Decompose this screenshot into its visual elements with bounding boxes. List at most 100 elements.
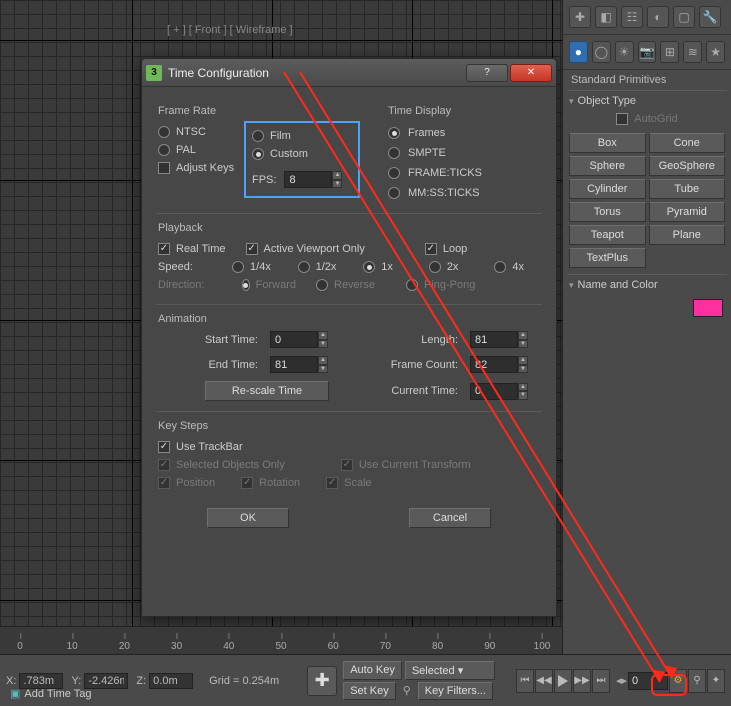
- key-steps-label: Key Steps: [158, 420, 540, 432]
- ok-button[interactable]: OK: [207, 508, 289, 528]
- prim-sphere[interactable]: Sphere: [569, 156, 646, 176]
- name-and-color-rollout[interactable]: Name and Color: [567, 275, 727, 295]
- autogrid-checkbox[interactable]: AutoGrid: [567, 111, 727, 129]
- prim-cone[interactable]: Cone: [649, 133, 726, 153]
- length-spinner[interactable]: ▲▼: [470, 331, 556, 348]
- current-time-label: Current Time:: [368, 385, 458, 397]
- rescale-time-button[interactable]: Re-scale Time: [205, 381, 329, 401]
- realtime-checkbox[interactable]: Real Time: [158, 243, 226, 255]
- use-trackbar-checkbox[interactable]: Use TrackBar: [158, 441, 243, 453]
- titlebar[interactable]: 3 Time Configuration ? ✕: [142, 59, 556, 87]
- status-bar: X: Y: Z: Grid = 0.254m ▣ Add Time Tag ✚ …: [0, 654, 731, 706]
- color-swatch[interactable]: [693, 299, 723, 317]
- prev-frame-button[interactable]: ◀◀: [535, 669, 553, 693]
- frame-ticks-radio[interactable]: FRAME:TICKS: [388, 163, 540, 183]
- isolate-icon[interactable]: ⚲: [688, 669, 706, 693]
- fps-up[interactable]: ▲: [332, 171, 342, 180]
- auto-key-button[interactable]: Auto Key: [343, 661, 402, 680]
- film-radio[interactable]: Film: [252, 127, 352, 145]
- close-button[interactable]: ✕: [510, 64, 552, 82]
- fps-input[interactable]: [284, 171, 332, 188]
- viewport-label[interactable]: [ + ] [ Front ] [ Wireframe ]: [167, 24, 293, 36]
- current-time-spinner[interactable]: ▲▼: [470, 383, 556, 400]
- create-tab-icon[interactable]: ✚: [569, 6, 591, 28]
- selection-set-dropdown[interactable]: Selected ▾: [405, 661, 495, 680]
- prim-textplus[interactable]: TextPlus: [569, 248, 646, 268]
- length-input[interactable]: [470, 331, 518, 348]
- key-filters-button[interactable]: Key Filters...: [418, 682, 493, 700]
- cube-icon[interactable]: ▣: [10, 687, 20, 700]
- pal-radio[interactable]: PAL: [158, 141, 244, 159]
- active-viewport-checkbox[interactable]: Active Viewport Only: [246, 243, 365, 255]
- frame-count-spinner[interactable]: ▲▼: [470, 356, 556, 373]
- tick-90: 90: [484, 641, 495, 652]
- frame-count-label: Frame Count:: [368, 359, 458, 371]
- utilities-tab-icon[interactable]: 🔧: [699, 6, 721, 28]
- speed-1x[interactable]: 1x: [363, 261, 409, 273]
- prim-plane[interactable]: Plane: [649, 225, 726, 245]
- speed-12x[interactable]: 1/2x: [298, 261, 344, 273]
- prim-cylinder[interactable]: Cylinder: [569, 179, 646, 199]
- prim-box[interactable]: Box: [569, 133, 646, 153]
- goto-end-button[interactable]: ⏭: [592, 669, 610, 693]
- fps-spinner[interactable]: ▲▼: [284, 171, 342, 188]
- current-frame-input[interactable]: [628, 672, 668, 690]
- tick-70: 70: [380, 641, 391, 652]
- z-input[interactable]: [149, 673, 193, 689]
- cancel-button[interactable]: Cancel: [409, 508, 491, 528]
- ntsc-radio[interactable]: NTSC: [158, 123, 244, 141]
- prim-geosphere[interactable]: GeoSphere: [649, 156, 726, 176]
- hierarchy-tab-icon[interactable]: ☷: [621, 6, 643, 28]
- start-time-input[interactable]: [270, 331, 318, 348]
- primitives-dropdown[interactable]: Standard Primitives: [563, 70, 731, 90]
- frames-radio[interactable]: Frames: [388, 123, 540, 143]
- prim-tube[interactable]: Tube: [649, 179, 726, 199]
- end-time-input[interactable]: [270, 356, 318, 373]
- geometry-category-icon[interactable]: ●: [569, 41, 588, 63]
- display-tab-icon[interactable]: ▢: [673, 6, 695, 28]
- adjust-keys-checkbox[interactable]: Adjust Keys: [158, 159, 244, 177]
- smpte-radio[interactable]: SMPTE: [388, 143, 540, 163]
- spacewarps-category-icon[interactable]: ≋: [683, 41, 702, 63]
- end-time-spinner[interactable]: ▲▼: [270, 356, 356, 373]
- length-label: Length:: [368, 334, 458, 346]
- tick-20: 20: [119, 641, 130, 652]
- scale-checkbox: Scale: [326, 477, 372, 489]
- modify-tab-icon[interactable]: ◧: [595, 6, 617, 28]
- speed-2x[interactable]: 2x: [429, 261, 475, 273]
- set-key-big-button[interactable]: ✚: [307, 666, 337, 696]
- current-time-input[interactable]: [470, 383, 518, 400]
- time-config-dialog: 3 Time Configuration ? ✕ Frame Rate NTSC…: [141, 58, 557, 617]
- helpers-category-icon[interactable]: ⊞: [660, 41, 679, 63]
- cameras-category-icon[interactable]: 📷: [638, 41, 657, 63]
- add-time-tag[interactable]: Add Time Tag: [24, 688, 91, 700]
- frame-step-icon[interactable]: ◂▸: [616, 674, 627, 687]
- loop-checkbox[interactable]: Loop: [425, 243, 467, 255]
- systems-category-icon[interactable]: ★: [706, 41, 725, 63]
- object-type-rollout[interactable]: Object Type: [567, 91, 727, 111]
- goto-start-button[interactable]: ⏮: [516, 669, 534, 693]
- walk-icon[interactable]: ✦: [707, 669, 725, 693]
- start-time-spinner[interactable]: ▲▼: [270, 331, 356, 348]
- next-frame-button[interactable]: ▶▶: [573, 669, 591, 693]
- frame-count-input[interactable]: [470, 356, 518, 373]
- prim-teapot[interactable]: Teapot: [569, 225, 646, 245]
- set-key-button[interactable]: Set Key: [343, 682, 396, 700]
- key-mode-icon[interactable]: ⚲: [399, 682, 415, 700]
- tick-60: 60: [328, 641, 339, 652]
- time-config-button[interactable]: ⚙: [669, 669, 687, 693]
- shapes-category-icon[interactable]: ◯: [592, 41, 611, 63]
- prim-torus[interactable]: Torus: [569, 202, 646, 222]
- speed-14x[interactable]: 1/4x: [232, 261, 278, 273]
- speed-4x[interactable]: 4x: [494, 261, 540, 273]
- selected-objects-only-checkbox: Selected Objects Only: [158, 459, 285, 471]
- lights-category-icon[interactable]: ☀: [615, 41, 634, 63]
- prim-pyramid[interactable]: Pyramid: [649, 202, 726, 222]
- mmssticks-radio[interactable]: MM:SS:TICKS: [388, 183, 540, 203]
- play-button[interactable]: [554, 669, 572, 693]
- fps-down[interactable]: ▼: [332, 180, 342, 189]
- help-button[interactable]: ?: [466, 64, 508, 82]
- time-slider[interactable]: 0102030405060708090100: [0, 626, 562, 654]
- motion-tab-icon[interactable]: ◐: [647, 6, 669, 28]
- custom-radio[interactable]: Custom: [252, 145, 352, 163]
